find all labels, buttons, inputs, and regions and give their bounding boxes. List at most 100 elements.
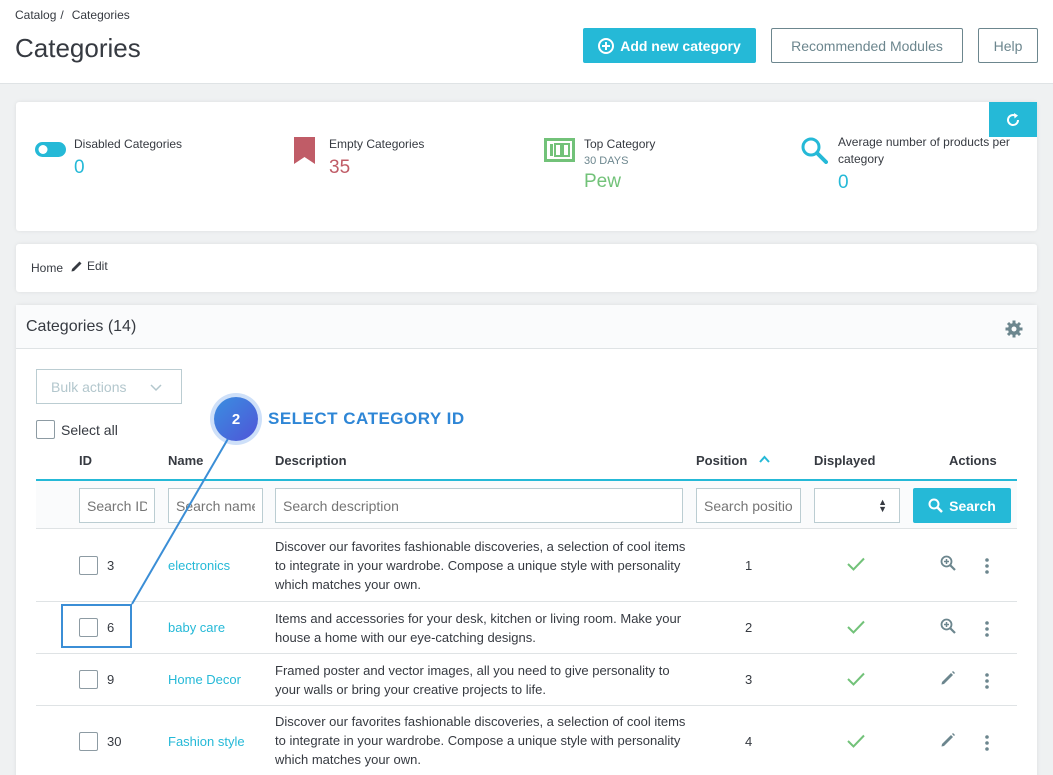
more-vertical-icon[interactable] [984, 735, 990, 751]
breadcrumb-separator: / [60, 8, 64, 22]
kpi-disabled-label: Disabled Categories [74, 137, 183, 151]
column-header-displayed[interactable]: Displayed [814, 453, 875, 468]
kpi-disabled-icon-wrap [35, 142, 66, 162]
toggle-icon [35, 142, 66, 157]
sort-up-icon[interactable] [759, 455, 770, 463]
row-checkbox[interactable] [79, 670, 98, 689]
column-header-actions: Actions [949, 453, 997, 468]
zoom-icon[interactable] [940, 555, 956, 571]
breadcrumb: Catalog / Categories [15, 8, 134, 22]
row-description: Discover our favorites fashionable disco… [275, 714, 686, 767]
kpi-empty[interactable]: Empty Categories 35 [329, 136, 424, 179]
kpi-card: Disabled Categories 0 Empty Categories 3… [16, 102, 1037, 231]
table-row: 6 baby care Items and accessories for yo… [36, 602, 1017, 654]
refresh-icon [1007, 112, 1020, 126]
kpi-empty-value: 35 [329, 157, 351, 178]
search-icon [928, 498, 944, 513]
row-name[interactable]: electronics [168, 558, 230, 573]
search-description-input[interactable] [275, 488, 683, 523]
add-new-category-button[interactable]: Add new category [583, 28, 756, 63]
check-icon[interactable] [847, 620, 865, 634]
kpi-average-value: 0 [838, 172, 849, 193]
search-button[interactable]: Search [913, 488, 1011, 523]
row-position[interactable]: 1 [745, 558, 752, 573]
row-position[interactable]: 4 [745, 734, 752, 749]
row-id: 3 [107, 558, 115, 573]
pencil-icon[interactable] [940, 732, 956, 748]
search-id-input[interactable] [79, 488, 155, 523]
select-all-label: Select all [61, 421, 118, 438]
annotation-step-badge: 2 [214, 397, 258, 441]
badge-icon-wrap [544, 138, 575, 167]
bulk-actions-label: Bulk actions [51, 378, 127, 395]
breadcrumb-edit[interactable]: Edit [70, 259, 108, 273]
more-vertical-icon[interactable] [984, 558, 990, 574]
search-icon [801, 137, 828, 164]
kpi-average-label: Average number of products per category [838, 135, 1010, 166]
select-all[interactable]: Select all [36, 420, 118, 439]
check-icon[interactable] [847, 672, 865, 686]
kpi-disabled[interactable]: Disabled Categories 0 [74, 136, 182, 179]
breadcrumb-categories[interactable]: Categories [72, 8, 130, 22]
column-header-position[interactable]: Position [696, 453, 747, 468]
table-row: 9 Home Decor Framed poster and vector im… [36, 654, 1017, 706]
pencil-icon[interactable] [940, 670, 956, 686]
breadcrumb-catalog[interactable]: Catalog [15, 8, 56, 22]
check-icon[interactable] [847, 734, 865, 748]
add-new-category-label: Add new category [620, 37, 741, 54]
kpi-average[interactable]: Average number of products per category … [838, 134, 1013, 194]
select-all-checkbox[interactable] [36, 420, 55, 439]
bookmark-icon-wrap [293, 137, 316, 169]
column-header-id[interactable]: ID [79, 453, 92, 468]
search-button-label: Search [949, 497, 996, 514]
table-row: 30 Fashion style Discover our favorites … [36, 706, 1017, 775]
kpi-top-value: Pew [584, 171, 621, 192]
kpi-top-sub: 30 DAYS [584, 155, 629, 167]
kpi-disabled-value: 0 [74, 157, 85, 178]
displayed-filter-select[interactable]: ▲ ▼ [814, 488, 900, 523]
kpi-search-icon-wrap [800, 136, 828, 169]
annotation-text: SELECT CATEGORY ID [268, 409, 465, 428]
row-position[interactable]: 2 [745, 620, 752, 635]
gear-icon[interactable] [1005, 320, 1023, 338]
breadcrumb-home[interactable]: Home [31, 261, 63, 275]
check-icon[interactable] [847, 557, 865, 571]
row-description: Framed poster and vector images, all you… [275, 663, 670, 697]
refresh-button[interactable] [989, 102, 1037, 137]
help-button[interactable]: Help [978, 28, 1038, 63]
row-name[interactable]: Fashion style [168, 734, 245, 749]
breadcrumb-edit-label: Edit [87, 259, 108, 273]
pencil-icon [71, 261, 82, 272]
select-arrows-icon: ▲ ▼ [878, 497, 887, 514]
column-header-description[interactable]: Description [275, 453, 347, 468]
row-name[interactable]: baby care [168, 620, 225, 635]
bulk-actions-dropdown[interactable]: Bulk actions [36, 369, 182, 404]
plus-circle-icon [598, 37, 615, 54]
row-id: 9 [107, 672, 115, 687]
kpi-empty-label: Empty Categories [329, 137, 425, 151]
chevron-down-icon [150, 384, 162, 392]
row-id: 30 [107, 734, 122, 749]
row-position[interactable]: 3 [745, 672, 752, 687]
annotation-highlight-box [61, 604, 132, 648]
more-vertical-icon[interactable] [984, 673, 990, 689]
row-description: Discover our favorites fashionable disco… [275, 539, 686, 592]
column-header-name[interactable]: Name [168, 453, 203, 468]
row-description: Items and accessories for your desk, kit… [275, 611, 682, 645]
row-checkbox[interactable] [79, 732, 98, 751]
page-header: Catalog / Categories Categories Add new ca… [0, 0, 1053, 84]
more-vertical-icon[interactable] [984, 621, 990, 637]
recommended-modules-button[interactable]: Recommended Modules [771, 28, 963, 63]
kpi-top-label: Top Category [584, 137, 656, 151]
search-position-input[interactable] [696, 488, 801, 523]
zoom-icon[interactable] [940, 618, 956, 634]
badge-icon [544, 138, 575, 162]
page-title: Categories [15, 33, 141, 63]
category-breadcrumb-card: Home Edit [16, 244, 1037, 292]
row-name[interactable]: Home Decor [168, 672, 241, 687]
row-checkbox[interactable] [79, 556, 98, 575]
bookmark-icon [294, 137, 315, 164]
kpi-top[interactable]: Top Category 30 DAYS Pew [584, 136, 655, 193]
search-name-input[interactable] [168, 488, 263, 523]
table-card-header: Categories (14) [16, 305, 1037, 349]
